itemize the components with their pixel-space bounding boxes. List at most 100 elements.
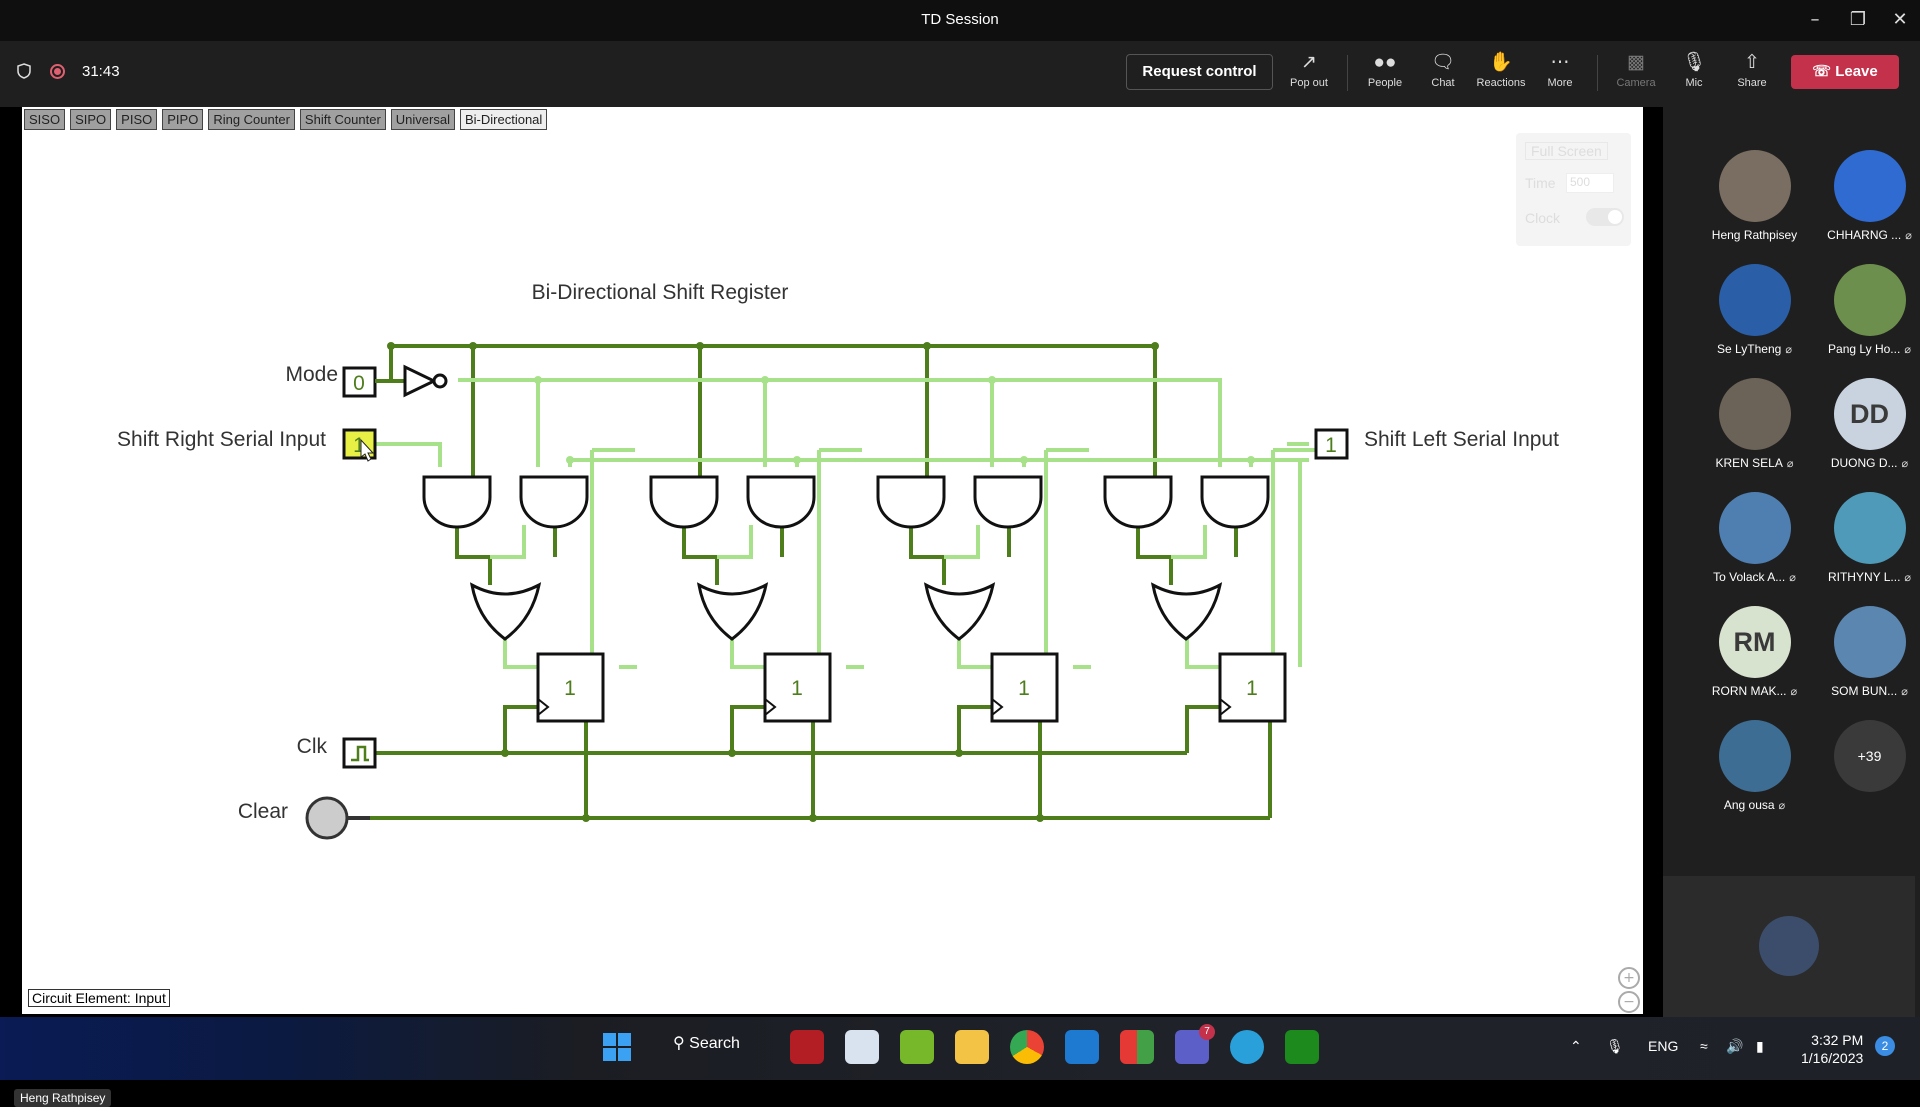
taskbar-search[interactable]: ⚲ Search: [673, 1033, 740, 1053]
and-gate: [519, 475, 589, 529]
self-avatar: [1759, 916, 1819, 976]
share-icon: ⇧: [1744, 52, 1760, 73]
toolbar-divider: [1347, 55, 1348, 91]
mic-button[interactable]: 🎙 Mic: [1665, 49, 1723, 99]
circuit-diagram: Bi-Directional Shift Register Mode Shift…: [117, 281, 1559, 840]
clk-label: Clk: [297, 735, 328, 758]
mic-muted-icon: ⌀: [1905, 230, 1912, 242]
window-titlebar: TD Session – ❐ ✕: [0, 0, 1920, 41]
meeting-timer: 31:43: [82, 63, 120, 80]
or-gate: [469, 582, 542, 641]
language-indicator[interactable]: ENG: [1648, 1038, 1678, 1054]
clock-time: 3:32 PM: [1811, 1032, 1864, 1048]
mic-muted-icon: ⌀: [1904, 344, 1911, 356]
participant-name: DUONG D...: [1830, 456, 1898, 470]
windows-start-icon[interactable]: [600, 1030, 634, 1064]
battery-icon[interactable]: ▮: [1756, 1038, 1764, 1055]
photos-icon[interactable]: [845, 1030, 879, 1064]
participant-tile[interactable]: KREN SELA ⌀: [1697, 372, 1812, 484]
presenter-name-tag: Heng Rathpisey: [14, 1089, 112, 1107]
avatar: RM: [1718, 606, 1791, 678]
participant-tile[interactable]: SOM BUN... ⌀: [1812, 600, 1920, 712]
zoom-out-icon[interactable]: −: [1618, 991, 1640, 1013]
participant-tile[interactable]: DD DUONG D... ⌀: [1812, 372, 1920, 484]
close-icon[interactable]: ✕: [1880, 6, 1920, 34]
nvidia-icon[interactable]: [900, 1030, 934, 1064]
participant-name: RITHYNY L...: [1827, 570, 1901, 584]
minimize-icon[interactable]: –: [1795, 6, 1835, 34]
notification-badge[interactable]: 2: [1875, 1036, 1895, 1056]
flip-flop-value: 1: [564, 677, 576, 700]
meeting-toolbar: 31:43 Request control ↗ Pop out ●● Peopl…: [0, 41, 1920, 107]
clear-button[interactable]: [305, 796, 349, 840]
participant-tile[interactable]: To Volack A... ⌀: [1697, 486, 1812, 598]
mode-label: Mode: [285, 363, 338, 386]
participant-tile[interactable]: CHHARNG ... ⌀: [1812, 144, 1920, 256]
and-gate: [973, 475, 1043, 529]
participant-name: CHHARNG ...: [1827, 228, 1902, 242]
participant-tile[interactable]: Ang ousa ⌀: [1697, 714, 1812, 826]
leave-button[interactable]: ☏ Leave: [1791, 55, 1899, 89]
participant-tile[interactable]: Se LyTheng ⌀: [1697, 258, 1812, 370]
more-count: +39: [1833, 720, 1906, 792]
share-button[interactable]: ⇧ Share: [1723, 49, 1781, 99]
telegram-icon[interactable]: [1230, 1030, 1264, 1064]
shift-left-value: 1: [1325, 434, 1337, 457]
chat-button[interactable]: 🗨 Chat: [1414, 49, 1472, 99]
pop-out-button[interactable]: ↗ Pop out: [1280, 49, 1338, 99]
reactions-button[interactable]: ✋ Reactions: [1472, 49, 1530, 99]
search-label: Search: [689, 1035, 740, 1052]
mic-muted-icon: ⌀: [1904, 572, 1912, 584]
camera-button[interactable]: ▩ Camera: [1607, 49, 1665, 99]
office-icon[interactable]: [1120, 1030, 1154, 1064]
more-participants-button[interactable]: +39: [1812, 714, 1920, 826]
teams-icon[interactable]: 7: [1175, 1024, 1215, 1064]
restore-icon[interactable]: ❐: [1838, 6, 1878, 34]
mic-muted-icon: ⌀: [1901, 686, 1908, 698]
share-label: Share: [1737, 77, 1767, 89]
mode-value: 0: [353, 372, 365, 395]
zoom-in-icon[interactable]: +: [1618, 967, 1640, 989]
participant-tile[interactable]: Pang Ly Ho... ⌀: [1812, 258, 1920, 370]
app-icon-red[interactable]: [790, 1030, 824, 1064]
volume-icon[interactable]: 🔊: [1726, 1038, 1743, 1055]
chat-label: Chat: [1431, 77, 1455, 89]
teams-badge: 7: [1199, 1024, 1215, 1040]
shift-right-label: Shift Right Serial Input: [117, 428, 326, 451]
wifi-icon[interactable]: ≈: [1700, 1038, 1708, 1054]
people-button[interactable]: ●● People: [1356, 49, 1414, 99]
participant-name: Pang Ly Ho...: [1828, 342, 1901, 356]
avatar: [1718, 720, 1791, 792]
file-explorer-icon[interactable]: [955, 1030, 989, 1064]
more-label: More: [1547, 77, 1573, 89]
mic-muted-icon: ⌀: [1790, 686, 1798, 698]
mic-muted-icon: ⌀: [1778, 800, 1786, 812]
participant-name: Heng Rathpisey: [1711, 228, 1798, 242]
participant-tile[interactable]: RM RORN MAK... ⌀: [1697, 600, 1812, 712]
chevron-up-icon[interactable]: ⌃: [1570, 1038, 1582, 1055]
request-control-button[interactable]: Request control: [1126, 54, 1273, 90]
mic-muted-icon: ⌀: [1785, 344, 1792, 356]
avatar: [1833, 606, 1906, 678]
vscode-icon[interactable]: [1065, 1030, 1099, 1064]
more-button[interactable]: ⋯ More: [1531, 49, 1589, 99]
participant-name: KREN SELA: [1715, 456, 1783, 470]
flip-flop-value: 1: [791, 677, 803, 700]
mic-muted-icon: ⌀: [1901, 458, 1909, 470]
clock-input[interactable]: [342, 737, 377, 769]
flip-flop-value: 1: [1246, 677, 1258, 700]
participant-tile[interactable]: Heng Rathpisey: [1697, 144, 1812, 256]
mic-muted-tray-icon[interactable]: 🎙: [1606, 1038, 1624, 1055]
chrome-icon[interactable]: [1010, 1030, 1044, 1064]
mic-off-icon: 🎙: [1681, 52, 1707, 73]
junction-dots-light: [534, 376, 1255, 464]
leave-label: Leave: [1835, 63, 1878, 80]
camera-off-icon: ▩: [1627, 52, 1645, 73]
and-gate: [876, 475, 946, 529]
participant-tile[interactable]: RITHYNY L... ⌀: [1812, 486, 1920, 598]
taskbar-clock[interactable]: 3:32 PM 1/16/2023: [1801, 1031, 1863, 1067]
and-gate: [746, 475, 816, 529]
xbox-icon[interactable]: [1285, 1030, 1319, 1064]
self-view: [1663, 876, 1915, 1017]
camera-label: Camera: [1616, 77, 1656, 89]
